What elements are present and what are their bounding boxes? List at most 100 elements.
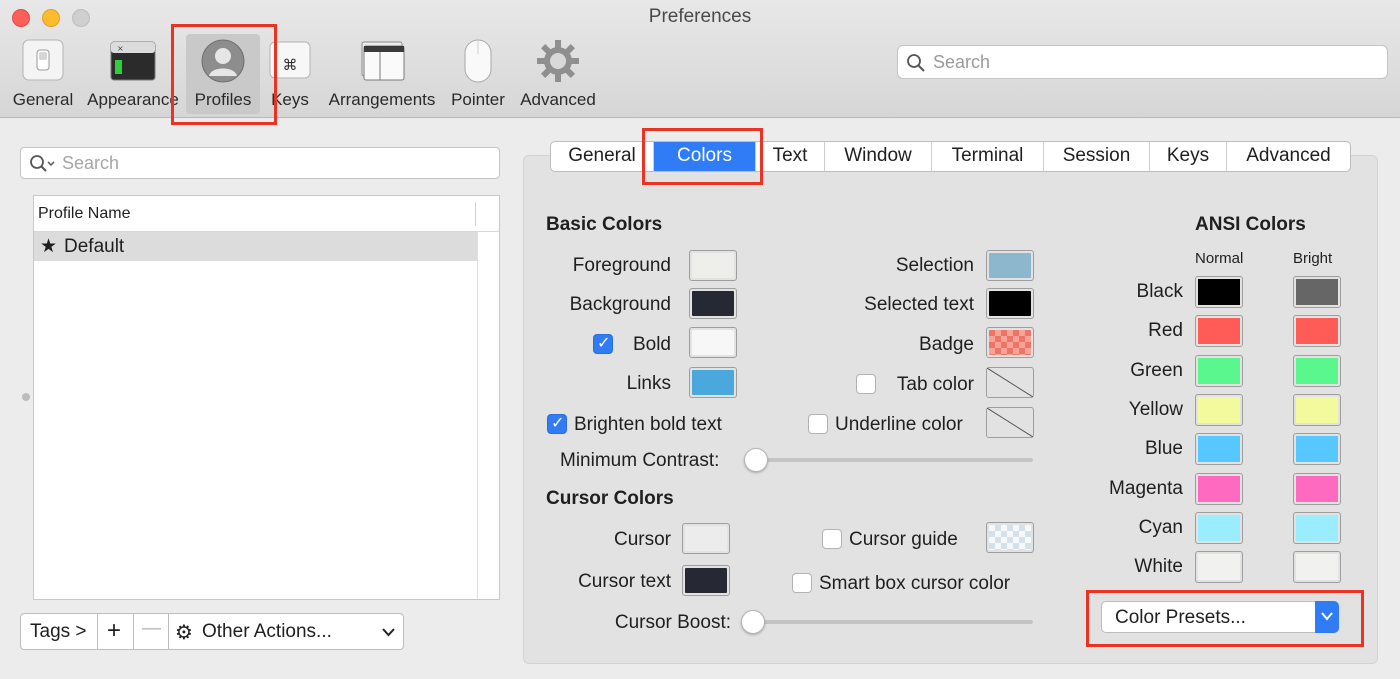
- split-view-handle[interactable]: [22, 393, 30, 401]
- cursor-boost-slider-knob[interactable]: [741, 610, 765, 634]
- smart-box-cursor-checkbox[interactable]: [792, 573, 812, 593]
- ansi-magenta-normal-color-well[interactable]: [1195, 473, 1243, 505]
- tab-color-label: Tab color: [896, 374, 974, 395]
- add-icon: +: [107, 617, 122, 644]
- switch-icon: [22, 38, 64, 87]
- tags-button-label: Tags >: [30, 621, 87, 642]
- profile-list-header: Profile Name: [34, 196, 499, 232]
- tab-keys[interactable]: Keys: [1150, 142, 1227, 171]
- ansi-blue-normal-color-well[interactable]: [1195, 433, 1243, 465]
- toolbar-item-appearance[interactable]: × Appearance: [84, 34, 182, 114]
- normal-column-header: Normal: [1195, 250, 1244, 267]
- ansi-red-normal-color-well[interactable]: [1195, 315, 1243, 347]
- ansi-yellow-label: Yellow: [1128, 399, 1183, 420]
- links-color-well[interactable]: [689, 367, 737, 398]
- underline-color-well[interactable]: [986, 407, 1034, 438]
- foreground-label: Foreground: [572, 255, 671, 276]
- other-actions-label: Other Actions...: [202, 621, 332, 642]
- background-label: Background: [569, 294, 671, 315]
- basic-colors-title: Basic Colors: [546, 214, 663, 235]
- cursor-color-well[interactable]: [682, 523, 730, 554]
- cursor-guide-color-well[interactable]: [986, 522, 1034, 553]
- toolbar-item-arrangements[interactable]: Arrangements: [324, 34, 440, 114]
- brighten-bold-checkbox[interactable]: [547, 413, 567, 434]
- cursor-text-color-well[interactable]: [682, 565, 730, 596]
- toolbar-item-advanced[interactable]: Advanced: [516, 34, 600, 114]
- toolbar-label: General: [12, 90, 74, 109]
- tab-label: Window: [844, 145, 912, 166]
- svg-text:⌘: ⌘: [283, 56, 298, 74]
- ansi-green-normal-color-well[interactable]: [1195, 355, 1243, 387]
- remove-icon: —: [142, 618, 161, 639]
- cursor-guide-checkbox[interactable]: [822, 529, 842, 549]
- tab-label: Keys: [1166, 145, 1210, 166]
- toolbar-item-pointer[interactable]: Pointer: [446, 34, 510, 114]
- ansi-colors-title: ANSI Colors: [1195, 214, 1306, 235]
- ansi-green-bright-color-well[interactable]: [1293, 355, 1341, 387]
- smart-box-cursor-label: Smart box cursor color: [819, 573, 1011, 594]
- tab-session[interactable]: Session: [1044, 142, 1150, 171]
- profile-row[interactable]: ★ Default: [34, 232, 477, 261]
- column-header-profile-name[interactable]: Profile Name: [38, 205, 130, 223]
- underline-color-label: Underline color: [835, 414, 963, 435]
- ansi-blue-bright-color-well[interactable]: [1293, 433, 1341, 465]
- toolbar-label: Arrangements: [328, 90, 436, 109]
- ansi-cyan-normal-color-well[interactable]: [1195, 512, 1243, 544]
- cursor-guide-label: Cursor guide: [849, 529, 958, 550]
- ansi-white-normal-color-well[interactable]: [1195, 551, 1243, 583]
- selected-text-label: Selected text: [864, 294, 974, 315]
- minimum-contrast-slider-track[interactable]: [746, 458, 1033, 462]
- highlight-box-colors-tab: [642, 128, 763, 185]
- cursor-text-label: Cursor text: [578, 571, 671, 592]
- minimum-contrast-slider-knob[interactable]: [744, 448, 768, 472]
- tab-color-well[interactable]: [986, 367, 1034, 398]
- tags-button[interactable]: Tags >: [20, 613, 98, 650]
- ansi-cyan-label: Cyan: [1138, 517, 1183, 538]
- tab-advanced[interactable]: Advanced: [1227, 142, 1350, 171]
- selected-text-color-well[interactable]: [986, 288, 1034, 319]
- preferences-search-field[interactable]: Search: [897, 45, 1388, 79]
- remove-profile-button[interactable]: —: [133, 613, 169, 650]
- cursor-boost-slider-track[interactable]: [743, 620, 1033, 624]
- other-actions-dropdown[interactable]: ⚙ Other Actions...: [168, 613, 404, 650]
- ansi-white-bright-color-well[interactable]: [1293, 551, 1341, 583]
- toolbar-item-general[interactable]: General: [8, 34, 78, 114]
- tab-window[interactable]: Window: [825, 142, 932, 171]
- tab-terminal[interactable]: Terminal: [932, 142, 1044, 171]
- ansi-cyan-bright-color-well[interactable]: [1293, 512, 1341, 544]
- foreground-color-well[interactable]: [689, 250, 737, 281]
- tab-general[interactable]: General: [551, 142, 654, 171]
- ansi-yellow-normal-color-well[interactable]: [1195, 394, 1243, 426]
- highlight-box-profiles: [171, 24, 277, 125]
- tab-text[interactable]: Text: [756, 142, 825, 171]
- ansi-black-normal-color-well[interactable]: [1195, 276, 1243, 308]
- underline-color-checkbox[interactable]: [808, 414, 828, 434]
- window-stack-icon: [358, 38, 406, 87]
- add-profile-button[interactable]: +: [97, 613, 134, 650]
- toolbar-label: Appearance: [87, 90, 179, 109]
- ansi-green-label: Green: [1130, 360, 1183, 381]
- selection-color-well[interactable]: [986, 250, 1034, 281]
- ansi-red-label: Red: [1148, 320, 1183, 341]
- profile-list: Profile Name ★ Default: [33, 195, 500, 600]
- search-menu-icon: [30, 155, 55, 172]
- bright-column-header: Bright: [1293, 250, 1333, 267]
- ansi-white-label: White: [1134, 556, 1183, 577]
- svg-text:×: ×: [117, 44, 124, 53]
- ansi-magenta-bright-color-well[interactable]: [1293, 473, 1341, 505]
- cursor-label: Cursor: [613, 529, 671, 550]
- ansi-yellow-bright-color-well[interactable]: [1293, 394, 1341, 426]
- toolbar-label: Pointer: [451, 90, 505, 109]
- ansi-magenta-label: Magenta: [1109, 478, 1183, 499]
- tab-label: Session: [1062, 145, 1131, 166]
- bold-color-well[interactable]: [689, 327, 737, 358]
- background-color-well[interactable]: [689, 288, 737, 319]
- ansi-black-bright-color-well[interactable]: [1293, 276, 1341, 308]
- profile-search-field[interactable]: Search: [20, 147, 500, 179]
- ansi-red-bright-color-well[interactable]: [1293, 315, 1341, 347]
- gear-icon: ⚙: [175, 622, 193, 644]
- minimum-contrast-label: Minimum Contrast:: [560, 450, 720, 471]
- badge-color-well[interactable]: [986, 327, 1034, 358]
- gear-icon: [535, 38, 581, 89]
- cursor-colors-title: Cursor Colors: [546, 488, 674, 509]
